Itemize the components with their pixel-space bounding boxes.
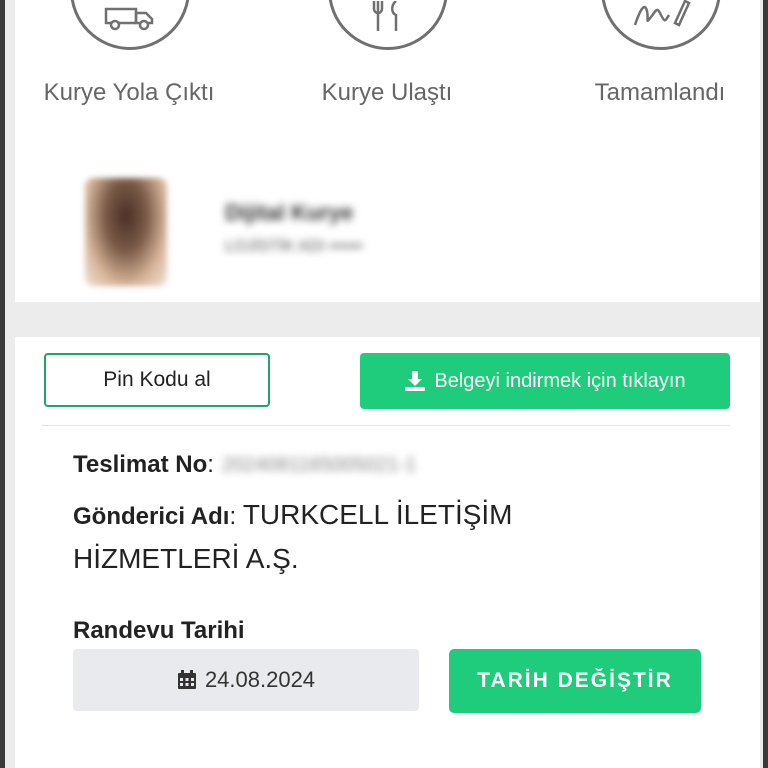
download-document-button[interactable]: Belgeyi indirmek için tıklayın xyxy=(360,353,730,409)
avatar xyxy=(85,178,167,286)
get-pin-code-button[interactable]: Pin Kodu al xyxy=(44,353,270,407)
divider xyxy=(42,425,730,426)
change-date-label: TARİH DEĞİŞTİR xyxy=(477,669,673,692)
step-circle xyxy=(70,0,190,50)
sender-value-line2: HİZMETLERİ A.Ş. xyxy=(73,543,299,574)
calendar-icon xyxy=(177,670,196,689)
appointment-date-value: 24.08.2024 xyxy=(204,667,316,692)
tracking-value: 2024081165005021-1 xyxy=(221,454,417,477)
download-icon xyxy=(405,371,426,391)
courier-name: Dijital Kurye xyxy=(225,200,354,225)
sender-row: Gönderici Adı: TURKCELL İLETİŞİM xyxy=(73,499,513,530)
courier-subtitle: LOJİSTİK ADI •••••• xyxy=(225,238,363,255)
tracking-number-row: Teslimat No: 2024081165005021-1 xyxy=(73,451,417,478)
delivery-details-card: Pin Kodu al Belgeyi indirmek için tıklay… xyxy=(15,337,760,768)
fork-knife-icon xyxy=(372,1,398,31)
step-label: Kurye Yola Çıktı xyxy=(43,79,215,106)
appointment-date-label: Randevu Tarihi xyxy=(73,617,245,644)
pin-button-label: Pin Kodu al xyxy=(103,368,211,391)
window-edge-right xyxy=(763,0,768,768)
step-circle xyxy=(601,0,721,50)
sender-label: Gönderici Adı xyxy=(73,503,230,530)
tracking-label: Teslimat No xyxy=(73,451,208,478)
step-circle xyxy=(328,0,448,50)
download-button-label: Belgeyi indirmek için tıklayın xyxy=(434,369,686,392)
sender-value-line1: TURKCELL İLETİŞİM xyxy=(242,499,513,530)
appointment-date-field[interactable]: 24.08.2024 xyxy=(73,649,419,711)
step-label: Tamamlandı xyxy=(594,79,726,106)
sender-row-continued: HİZMETLERİ A.Ş. xyxy=(73,537,299,581)
change-date-button[interactable]: TARİH DEĞİŞTİR xyxy=(449,649,701,713)
delivery-status-card: Kurye Yola Çıktı Kurye Ulaştı Tamamlandı… xyxy=(15,0,760,302)
courier-info: Dijital Kurye LOJİSTİK ADI •••••• xyxy=(85,178,535,288)
window-edge-left xyxy=(0,0,5,768)
step-label: Kurye Ulaştı xyxy=(321,79,453,106)
signature-pen-icon xyxy=(633,0,691,27)
delivery-truck-icon xyxy=(104,7,154,31)
